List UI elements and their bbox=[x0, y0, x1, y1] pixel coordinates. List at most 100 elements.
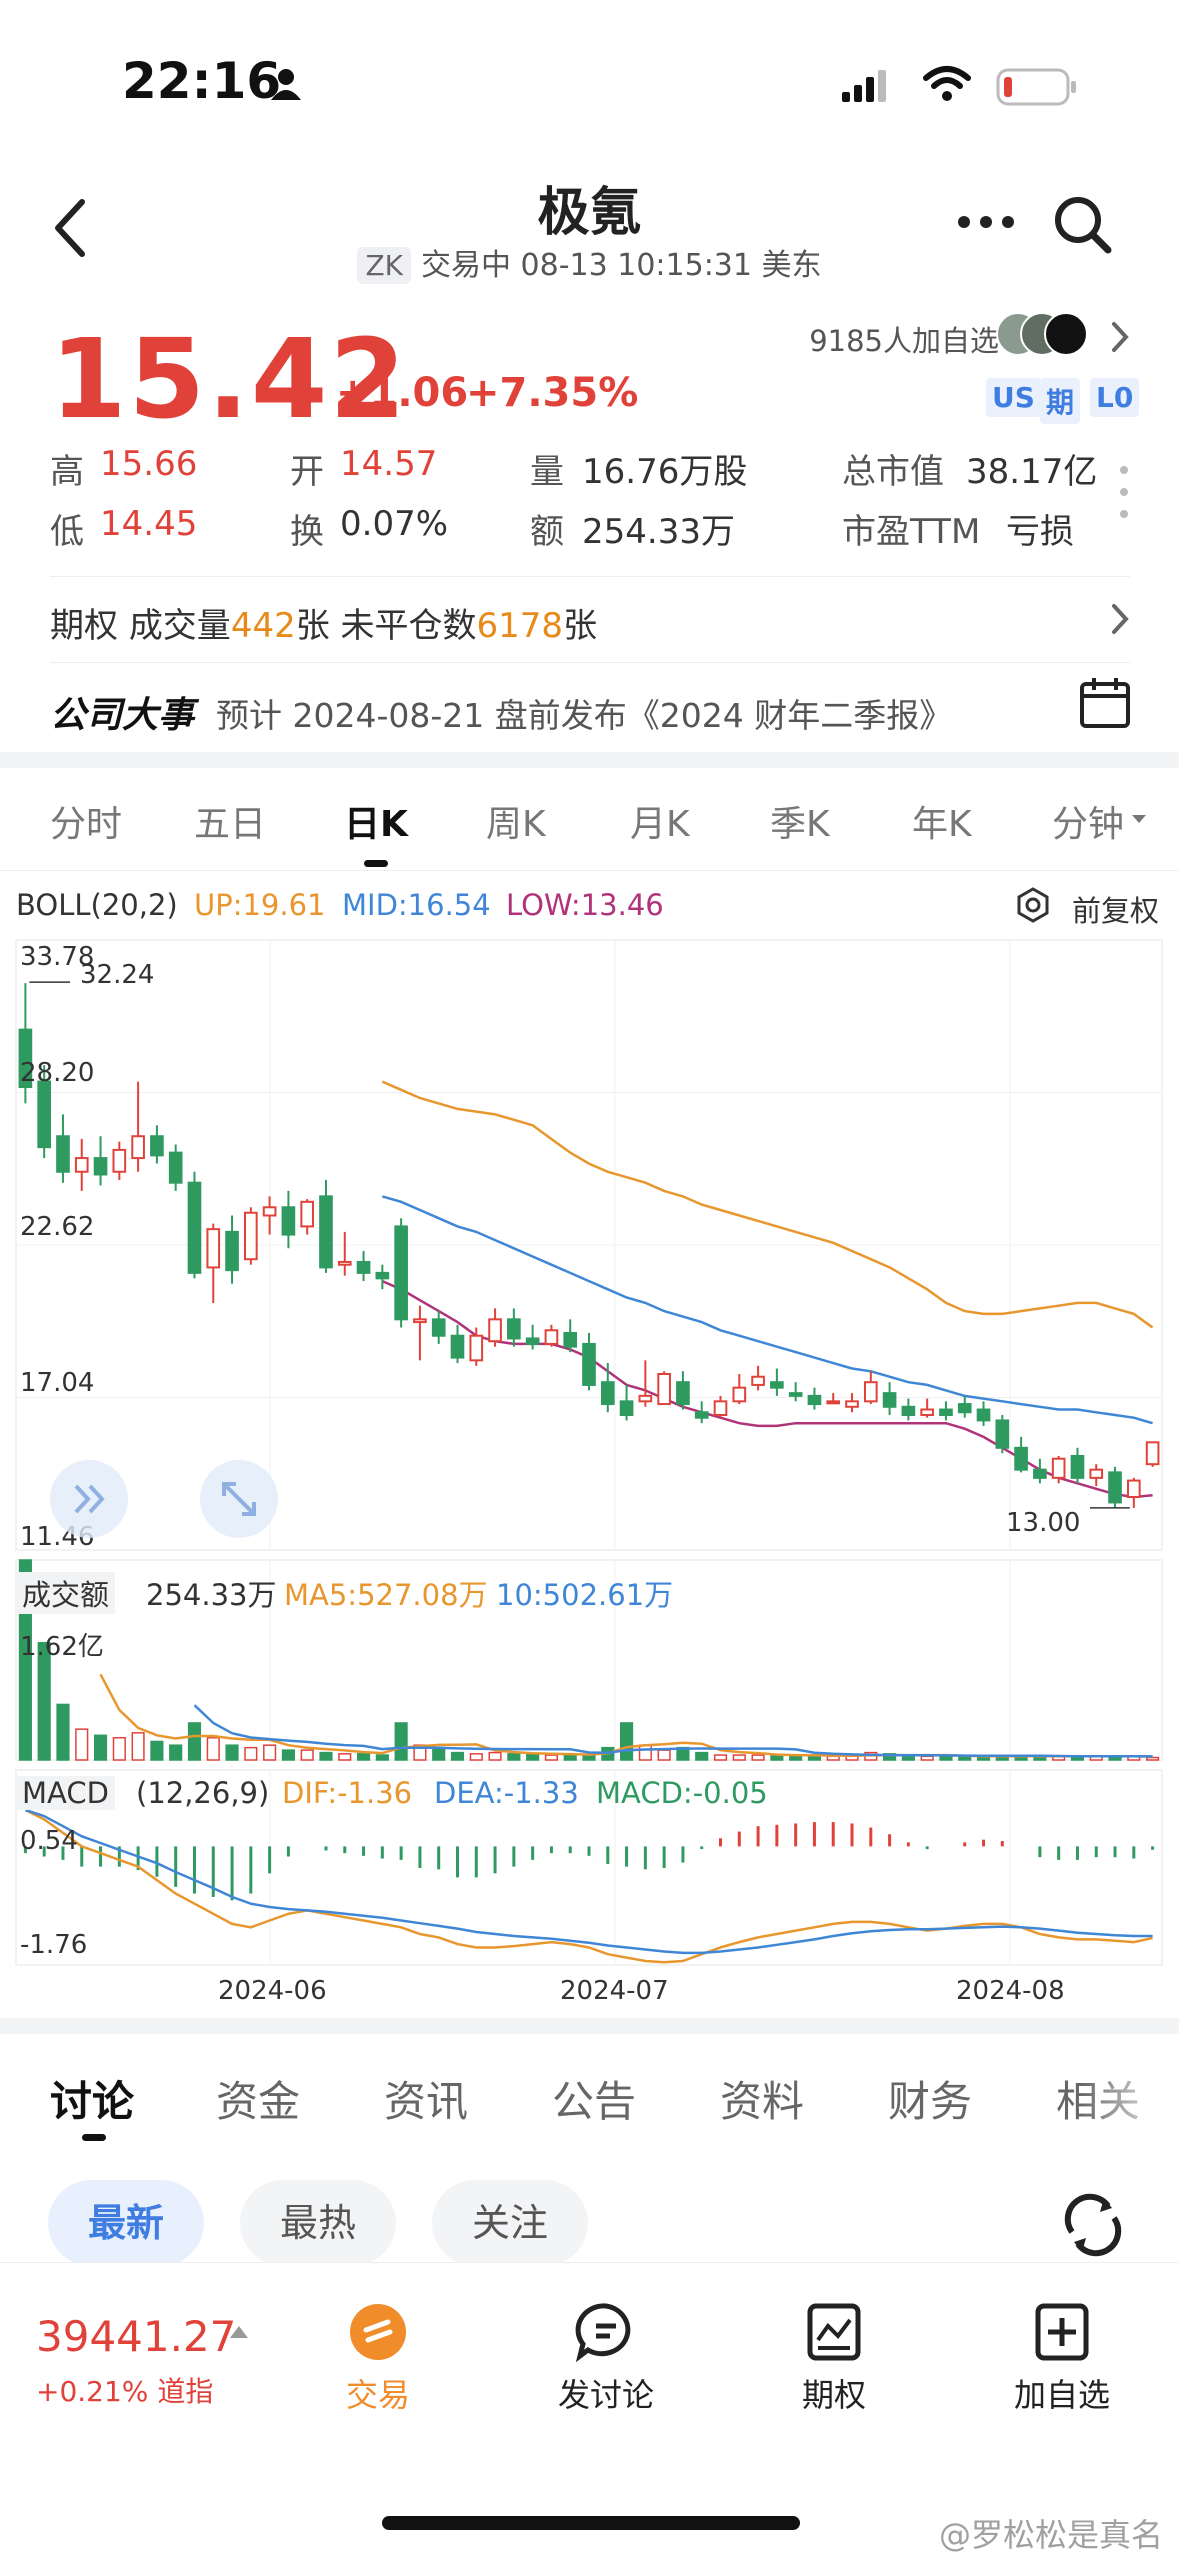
tab-funds[interactable]: 资金 bbox=[216, 2068, 300, 2129]
options-chart-icon bbox=[807, 2303, 861, 2361]
tab-financials[interactable]: 财务 bbox=[888, 2068, 972, 2129]
calendar-icon[interactable] bbox=[1078, 676, 1132, 730]
post-discussion-label[interactable]: 发讨论 bbox=[526, 2370, 686, 2416]
add-watchlist-button[interactable] bbox=[992, 2300, 1132, 2368]
turnover-bar bbox=[206, 1737, 220, 1761]
boll-up-label: UP:19.61 bbox=[194, 888, 326, 922]
chevron-right-icon[interactable] bbox=[1108, 602, 1132, 636]
candle-body bbox=[112, 1148, 127, 1173]
x-axis-label: 2024-07 bbox=[560, 1976, 669, 2006]
boll-low-label: LOW:13.46 bbox=[506, 888, 664, 922]
chevron-right-icon[interactable] bbox=[1108, 320, 1132, 354]
turnover-bar bbox=[56, 1703, 70, 1761]
macd-label[interactable]: MACD bbox=[16, 1776, 115, 1810]
adjust-mode-label[interactable]: 前复权 bbox=[1072, 888, 1159, 930]
candle-body bbox=[206, 1228, 221, 1269]
add-icon bbox=[1035, 2303, 1089, 2361]
candle-body bbox=[1126, 1479, 1141, 1498]
macd-dif: DIF:-1.36 bbox=[282, 1776, 413, 1810]
tab-intraday[interactable]: 分时 bbox=[50, 795, 122, 847]
candle-body bbox=[713, 1400, 728, 1416]
candle-body bbox=[563, 1332, 578, 1348]
candle-body bbox=[56, 1135, 70, 1173]
home-indicator bbox=[382, 2516, 800, 2530]
more-icon[interactable] bbox=[956, 210, 1016, 234]
macd-value: MACD:-0.05 bbox=[596, 1776, 768, 1810]
stat-pe-label: 市盈TTM bbox=[842, 512, 981, 552]
stat-high-value: 15.66 bbox=[100, 444, 198, 484]
options-label[interactable]: 期权 bbox=[754, 2370, 914, 2416]
ticker-tag: ZK bbox=[357, 247, 411, 284]
fullscreen-button[interactable] bbox=[200, 1460, 278, 1538]
price-axis-level: 28.20 bbox=[20, 1058, 95, 1088]
boll-label[interactable]: BOLL(20,2) bbox=[16, 888, 178, 922]
add-watchlist-label[interactable]: 加自选 bbox=[982, 2370, 1142, 2416]
candle-body bbox=[93, 1157, 108, 1176]
options-summary[interactable]: 期权 成交量442张 未平仓数6178张 bbox=[50, 598, 597, 647]
tab-quarterly-k[interactable]: 季K bbox=[770, 795, 830, 847]
tab-profile[interactable]: 资料 bbox=[720, 2068, 804, 2129]
turnover-bar bbox=[638, 1744, 652, 1761]
candle-body bbox=[1070, 1454, 1085, 1479]
candle-body bbox=[488, 1318, 502, 1343]
turnover-label[interactable]: 成交额 bbox=[16, 1572, 116, 1614]
trade-button[interactable] bbox=[308, 2300, 448, 2368]
tab-monthly-k[interactable]: 月K bbox=[630, 795, 690, 847]
expand-stats-icon[interactable] bbox=[1118, 462, 1130, 522]
candle-body bbox=[413, 1318, 427, 1324]
filter-following[interactable]: 关注 bbox=[432, 2180, 588, 2266]
filter-latest[interactable]: 最新 bbox=[48, 2180, 204, 2266]
filter-hot[interactable]: 最热 bbox=[240, 2180, 396, 2266]
candle-body bbox=[337, 1260, 352, 1266]
level-badge: L0 bbox=[1090, 378, 1140, 417]
refresh-icon[interactable] bbox=[1058, 2190, 1128, 2260]
search-icon[interactable] bbox=[1050, 192, 1116, 258]
tab-news[interactable]: 资讯 bbox=[384, 2068, 468, 2129]
avatar bbox=[1044, 312, 1088, 356]
tab-minute[interactable]: 分钟 bbox=[1052, 795, 1124, 847]
boll-low-line bbox=[381, 1279, 1153, 1499]
candle-body bbox=[770, 1381, 784, 1389]
turnover-bar bbox=[319, 1751, 333, 1761]
active-tab-indicator bbox=[82, 2134, 106, 2141]
candle-body bbox=[74, 1157, 89, 1173]
stat-high-label: 高 bbox=[50, 452, 84, 492]
caret-down-icon[interactable] bbox=[1130, 812, 1148, 826]
candle-body bbox=[319, 1195, 333, 1269]
post-discussion-button[interactable] bbox=[536, 2300, 676, 2368]
section-separator bbox=[0, 752, 1179, 768]
active-tab-indicator bbox=[364, 860, 388, 867]
index-value[interactable]: 39441.27 bbox=[36, 2312, 236, 2361]
watcher-avatars[interactable] bbox=[996, 310, 1096, 360]
candle-body bbox=[920, 1408, 934, 1416]
trade-icon bbox=[350, 2304, 406, 2360]
tab-five-day[interactable]: 五日 bbox=[194, 795, 266, 847]
x-axis-label: 2024-06 bbox=[218, 1976, 327, 2006]
divider bbox=[50, 662, 1130, 663]
macd-axis-top: 0.54 bbox=[20, 1826, 78, 1856]
candle-body bbox=[1089, 1468, 1104, 1479]
settings-icon[interactable] bbox=[1014, 886, 1052, 924]
trade-label[interactable]: 交易 bbox=[298, 2370, 458, 2416]
macd-axis-bottom: -1.76 bbox=[20, 1930, 88, 1960]
tab-announcements[interactable]: 公告 bbox=[552, 2068, 636, 2129]
candle-body bbox=[619, 1400, 634, 1416]
company-event-row[interactable]: 公司大事 预计 2024-08-21 盘前发布《2024 财年二季报》 bbox=[50, 686, 952, 738]
candle-body bbox=[863, 1381, 878, 1403]
candle-body bbox=[187, 1181, 202, 1274]
tab-yearly-k[interactable]: 年K bbox=[912, 795, 972, 847]
tab-discussion[interactable]: 讨论 bbox=[50, 2068, 134, 2129]
expand-toolbar-button[interactable] bbox=[50, 1460, 128, 1538]
trade-subtitle: ZK 交易中 08-13 10:15:31 美东 bbox=[0, 240, 1179, 284]
options-button[interactable] bbox=[764, 2300, 904, 2368]
turnover-bar bbox=[488, 1751, 502, 1761]
wifi-icon bbox=[923, 66, 971, 101]
watchers-count[interactable]: 9185人加自选 bbox=[809, 318, 999, 360]
tab-weekly-k[interactable]: 周K bbox=[486, 795, 546, 847]
options-volume-value: 442 bbox=[230, 606, 296, 646]
stat-open-value: 14.57 bbox=[340, 444, 438, 484]
turnover-bar bbox=[619, 1722, 634, 1761]
tab-daily-k[interactable]: 日K bbox=[344, 795, 408, 847]
kline-chart[interactable] bbox=[0, 930, 1179, 1970]
status-time: 22:16 bbox=[122, 52, 282, 110]
